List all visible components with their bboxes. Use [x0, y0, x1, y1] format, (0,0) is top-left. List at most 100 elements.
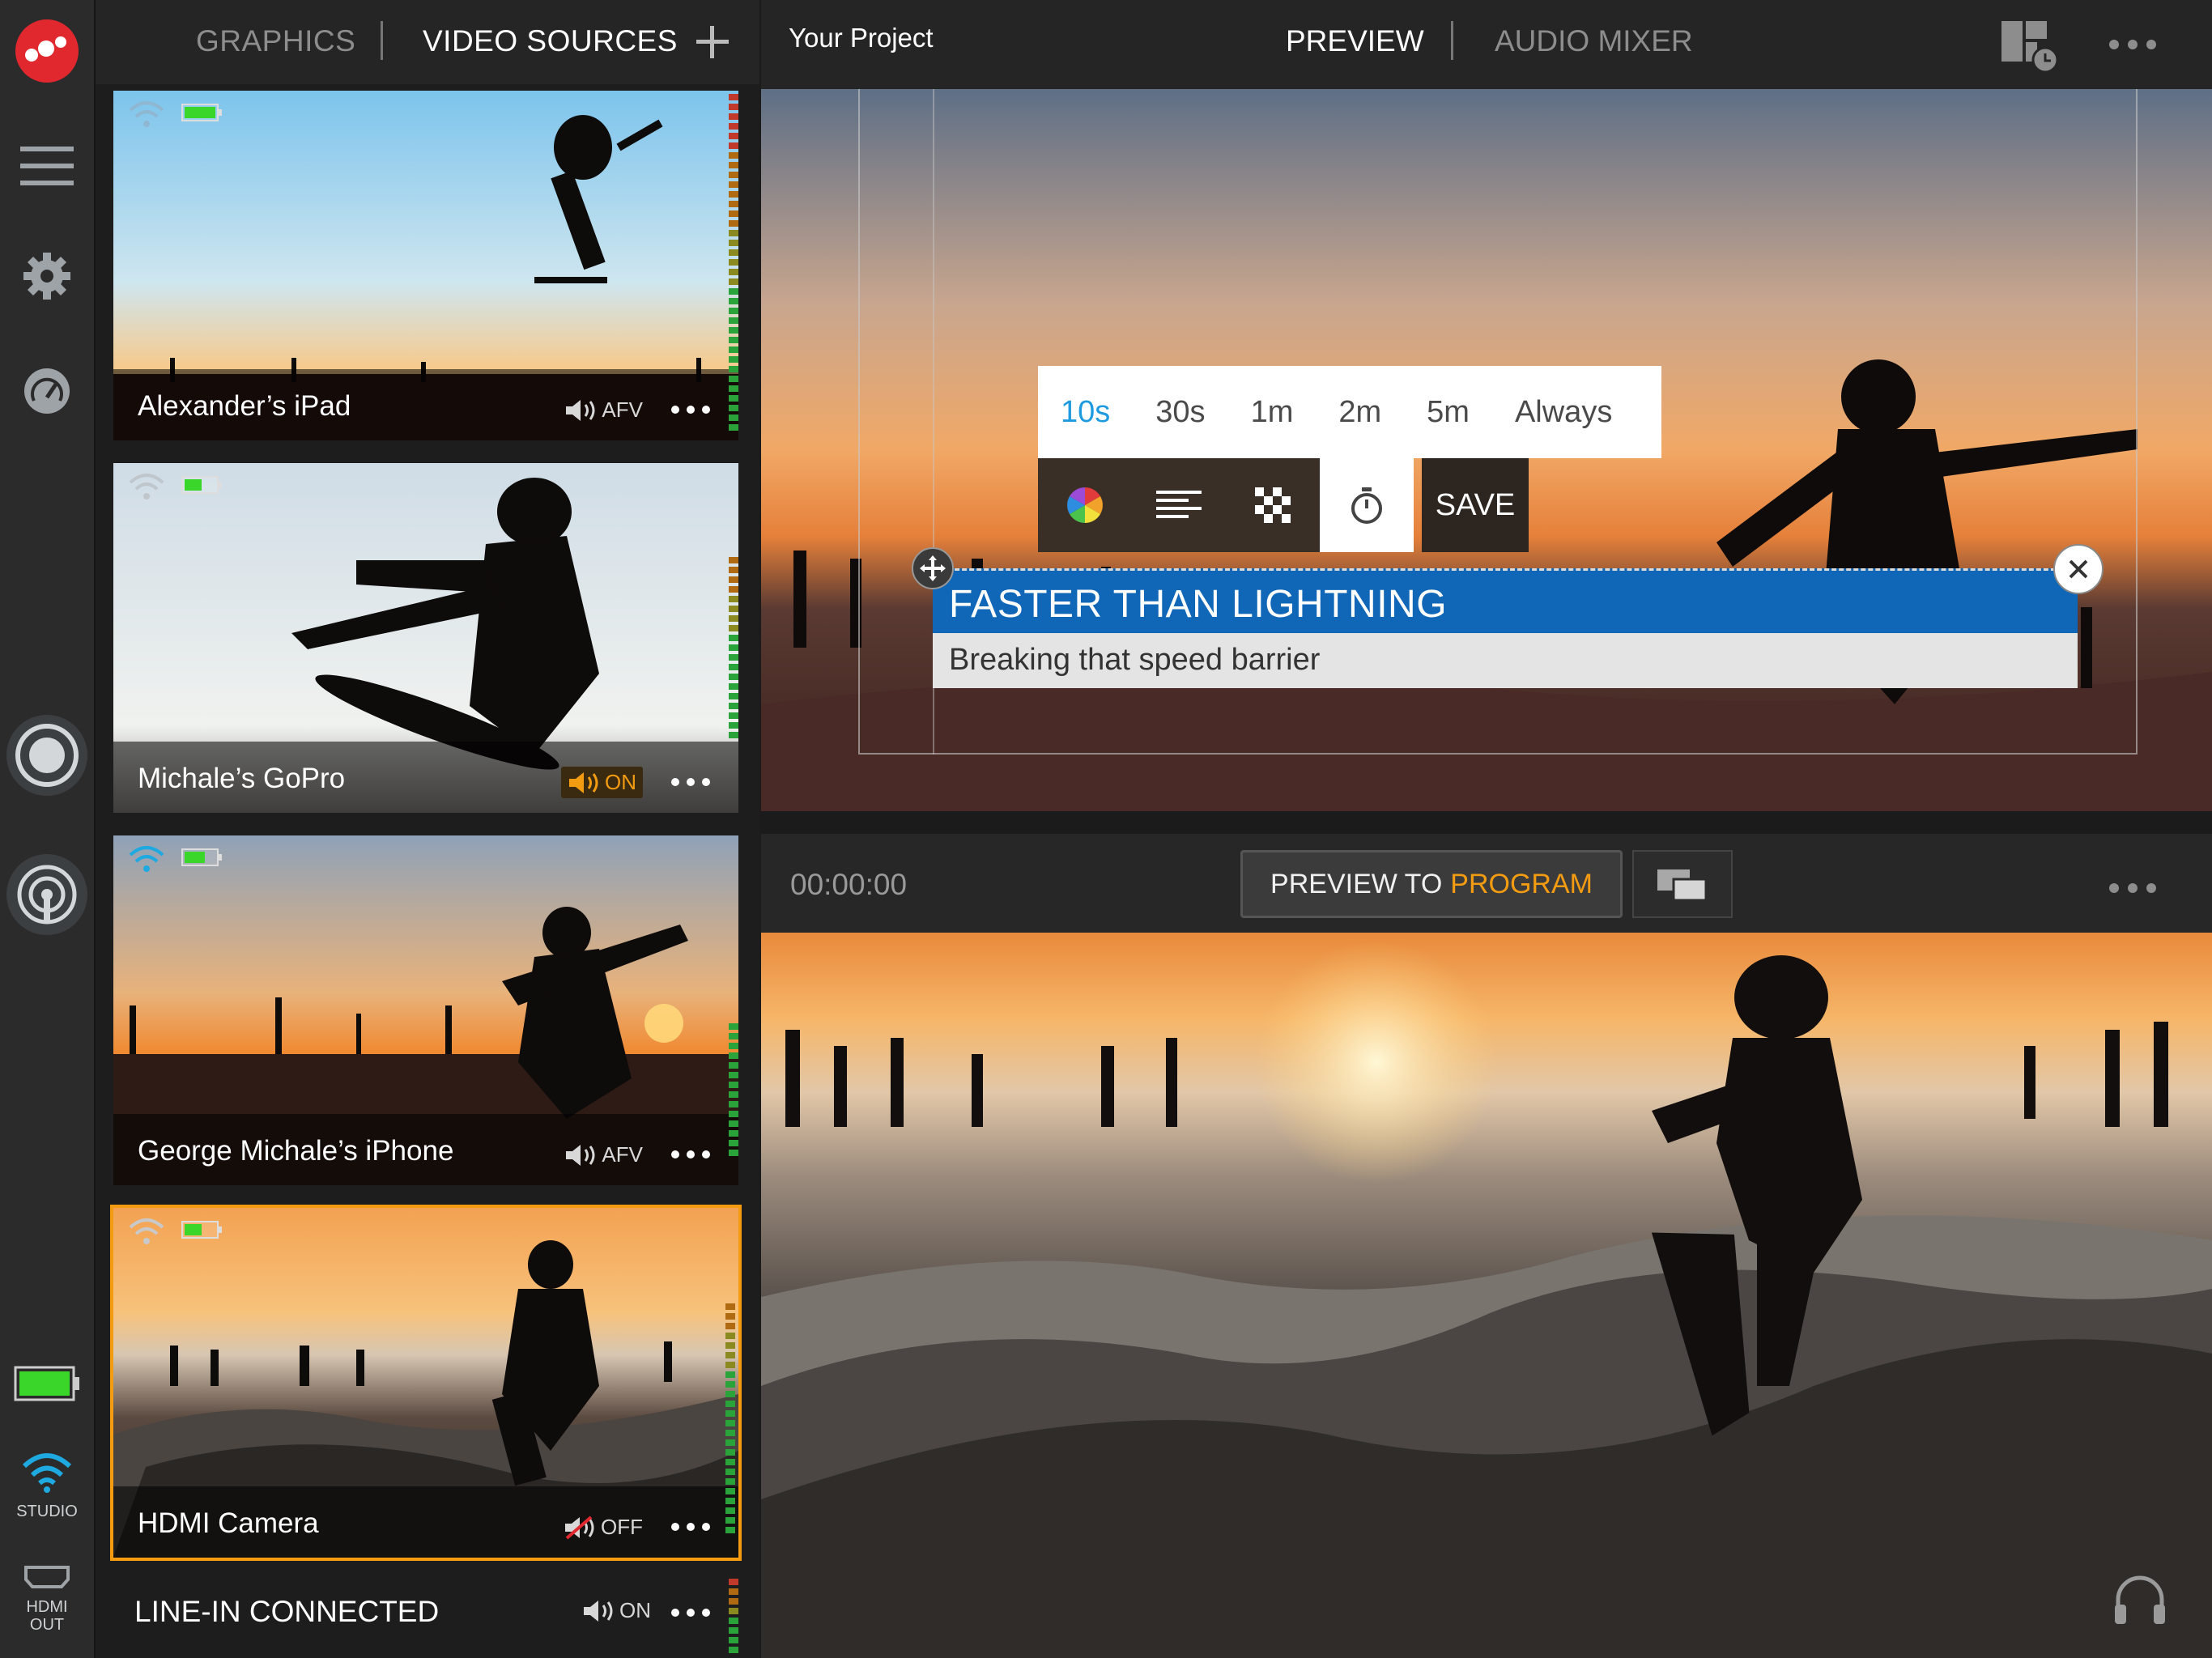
source-tile-3[interactable]: George Michale’s iPhone AFV [113, 835, 738, 1185]
program-timecode: 00:00:00 [790, 868, 908, 901]
studio-wifi-icon[interactable] [0, 1449, 94, 1494]
text-align-button[interactable] [1132, 458, 1226, 552]
move-handle-icon[interactable] [912, 547, 954, 589]
device-battery-icon [0, 1363, 94, 1404]
source-name: HDMI Camera [138, 1507, 319, 1539]
menu-icon[interactable] [0, 138, 94, 194]
more-options-icon[interactable] [670, 777, 711, 787]
checkerboard-icon [1255, 487, 1291, 523]
wifi-icon [129, 474, 164, 500]
audio-level-meter-1 [729, 94, 738, 434]
more-options-icon[interactable] [2108, 882, 2157, 894]
speaker-icon [584, 1600, 613, 1622]
hdmi-out-icon[interactable] [0, 1562, 94, 1592]
source-tile-2[interactable]: Michale’s GoPro ON [113, 463, 738, 813]
lower-third-subtitle[interactable]: Breaking that speed barrier [949, 643, 1320, 678]
audio-mode-label: ON [605, 770, 636, 794]
tab-graphics[interactable]: GRAPHICS [196, 24, 355, 58]
speaker-muted-icon [565, 1515, 594, 1540]
top-bar [761, 0, 2212, 89]
stats-gauge-icon[interactable] [0, 363, 94, 419]
audio-toggle[interactable]: ON [582, 1598, 651, 1623]
transition-layout-button[interactable] [1632, 850, 1733, 918]
line-in-label: LINE-IN CONNECTED [134, 1595, 440, 1628]
left-rail: STUDIO HDMI OUT [0, 0, 96, 1658]
source-name: Alexander’s iPad [138, 390, 351, 422]
source-name: Michale’s GoPro [138, 763, 346, 794]
wifi-icon [129, 101, 164, 127]
headphones-icon[interactable] [2112, 1571, 2168, 1627]
save-button[interactable]: SAVE [1422, 458, 1529, 552]
more-options-icon[interactable] [670, 1150, 711, 1159]
wifi-icon [129, 1218, 164, 1244]
audio-level-meter-4 [725, 1303, 735, 1537]
duration-option-5m[interactable]: 5m [1404, 395, 1492, 430]
project-title[interactable]: Your Project [789, 23, 934, 53]
speaker-icon [566, 1144, 595, 1166]
hdmi-label-line1: HDMI [26, 1598, 68, 1616]
source-tile-1[interactable]: Alexander’s iPad AFV [113, 91, 738, 440]
more-options-icon[interactable] [2108, 39, 2157, 50]
tab-divider [1451, 21, 1453, 60]
hdmi-label-line2: OUT [29, 1616, 65, 1634]
speaker-icon [566, 399, 595, 421]
duration-option-30s[interactable]: 30s [1133, 395, 1227, 430]
stopwatch-icon [1351, 487, 1382, 524]
audio-toggle[interactable]: AFV [564, 397, 643, 423]
duration-option-10s[interactable]: 10s [1038, 395, 1133, 430]
audio-mode-label: AFV [602, 397, 643, 422]
program-monitor[interactable] [761, 933, 2212, 1658]
add-source-icon[interactable] [695, 24, 730, 60]
source-name: George Michale’s iPhone [138, 1135, 454, 1167]
more-options-icon[interactable] [670, 1608, 711, 1618]
lower-third-title-bar: FASTER THAN LIGHTNING [933, 568, 2078, 633]
more-options-icon[interactable] [670, 1522, 711, 1532]
more-options-icon[interactable] [670, 405, 711, 414]
layout-schedule-icon[interactable] [2000, 19, 2059, 74]
tab-audio-mixer[interactable]: AUDIO MIXER [1495, 24, 1693, 58]
program-video-frame [761, 933, 2212, 1658]
battery-icon [181, 848, 222, 866]
record-button[interactable] [0, 711, 94, 800]
audio-level-meter-2 [729, 557, 738, 742]
audio-level-meter-3 [729, 1023, 738, 1159]
lower-third-title[interactable]: FASTER THAN LIGHTNING [949, 582, 1447, 627]
audio-mode-label: ON [619, 1598, 651, 1622]
app-logo-icon[interactable] [0, 15, 94, 87]
battery-icon [181, 104, 222, 121]
wifi-icon [129, 846, 164, 872]
audio-mode-label: OFF [601, 1515, 643, 1539]
p2p-label-preview: PREVIEW TO [1270, 868, 1443, 899]
sources-header: GRAPHICS VIDEO SOURCES [96, 0, 759, 84]
studio-label: STUDIO [16, 1503, 78, 1520]
tab-video-sources[interactable]: VIDEO SOURCES [423, 24, 678, 58]
color-wheel-icon [1067, 487, 1103, 523]
audio-toggle[interactable]: AFV [564, 1142, 643, 1167]
lower-third-subtitle-bar: Breaking that speed barrier [933, 633, 2078, 688]
lower-third-graphic[interactable]: FASTER THAN LIGHTNING Breaking that spee… [933, 568, 2078, 688]
source-tile-4[interactable]: HDMI Camera OFF [110, 1205, 742, 1561]
audio-toggle[interactable]: ON [561, 767, 643, 798]
graphic-edit-toolbar: SAVE [1038, 458, 1529, 552]
battery-icon [181, 476, 222, 494]
tab-preview[interactable]: PREVIEW [1286, 24, 1424, 58]
transparency-button[interactable] [1226, 458, 1320, 552]
line-in-source[interactable]: LINE-IN CONNECTED ON [113, 1554, 738, 1658]
audio-toggle[interactable]: OFF [564, 1515, 643, 1540]
timer-button[interactable] [1320, 458, 1414, 552]
align-left-icon [1156, 491, 1202, 518]
overlapping-screens-icon [1657, 869, 1708, 902]
settings-gear-icon[interactable] [0, 248, 94, 304]
duration-option-2m[interactable]: 2m [1316, 395, 1404, 430]
battery-icon [181, 1221, 222, 1239]
duration-option-1m[interactable]: 1m [1228, 395, 1317, 430]
p2p-label-program: PROGRAM [1450, 868, 1593, 899]
stream-broadcast-button[interactable] [0, 850, 94, 939]
color-picker-button[interactable] [1038, 458, 1132, 552]
speaker-icon [569, 772, 598, 793]
duration-option-always[interactable]: Always [1492, 395, 1635, 430]
preview-to-program-button[interactable]: PREVIEW TO PROGRAM [1240, 850, 1623, 918]
close-icon[interactable] [2053, 544, 2104, 594]
audio-mode-label: AFV [602, 1142, 643, 1167]
tab-divider [381, 21, 383, 60]
